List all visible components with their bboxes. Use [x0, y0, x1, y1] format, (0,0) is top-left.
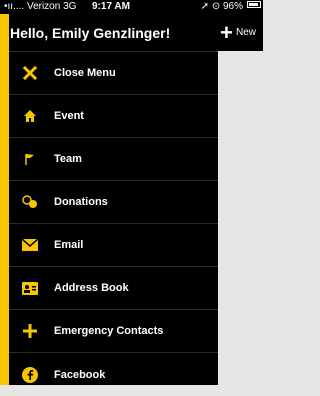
menu-item-event[interactable]: Event — [9, 95, 218, 138]
menu-header: Hello, Emily Genzlinger! — [9, 14, 218, 52]
side-menu: Hello, Emily Genzlinger! Close Menu Even… — [9, 14, 218, 385]
coins-icon — [21, 193, 39, 211]
plus-icon: + — [220, 20, 233, 45]
menu-item-label: Close Menu — [54, 67, 116, 79]
menu-item-label: Facebook — [54, 368, 106, 381]
flag-icon — [21, 150, 39, 168]
envelope-icon — [21, 236, 39, 254]
status-bar: •ıı.... Verizon 3G 9:17 AM ➚ ⊙ 96% — [0, 0, 263, 14]
menu-item-label: Email — [54, 239, 84, 251]
menu-item-address-book[interactable]: Address Book — [9, 267, 218, 310]
greeting-text: Hello, Emily Genzlinger! — [10, 24, 171, 41]
battery-percent: 96% — [222, 1, 243, 12]
menu-item-close-menu[interactable]: Close Menu — [9, 52, 218, 95]
menu-item-label: Address Book — [54, 282, 129, 294]
network-type: 3G — [63, 1, 77, 12]
address-book-icon — [21, 279, 39, 297]
menu-item-emergency-contacts[interactable]: Emergency Contacts — [9, 310, 218, 353]
menu-item-label: Donations — [54, 196, 108, 208]
new-button[interactable]: + New — [218, 14, 263, 51]
carrier-info: •ıı.... Verizon 3G — [4, 1, 77, 12]
menu-item-email[interactable]: Email — [9, 224, 218, 267]
new-label: New — [236, 27, 257, 38]
battery-icon — [247, 1, 261, 8]
accent-strip — [0, 14, 9, 385]
menu-item-donations[interactable]: Donations — [9, 181, 218, 224]
close-icon — [21, 64, 39, 82]
menu-item-label: Emergency Contacts — [54, 325, 164, 337]
facebook-icon — [21, 366, 39, 384]
carrier-name: Verizon — [26, 1, 61, 12]
menu-item-label: Event — [54, 110, 84, 122]
status-time: 9:17 AM — [92, 1, 130, 12]
menu-item-team[interactable]: Team — [9, 138, 218, 181]
content-peek: + New — [218, 14, 263, 385]
menu-item-facebook[interactable]: Facebook — [9, 353, 218, 396]
plus-icon — [21, 322, 39, 340]
menu-item-label: Team — [54, 153, 82, 165]
status-right: ➚ ⊙ 96% — [200, 1, 243, 12]
home-icon — [21, 107, 39, 125]
